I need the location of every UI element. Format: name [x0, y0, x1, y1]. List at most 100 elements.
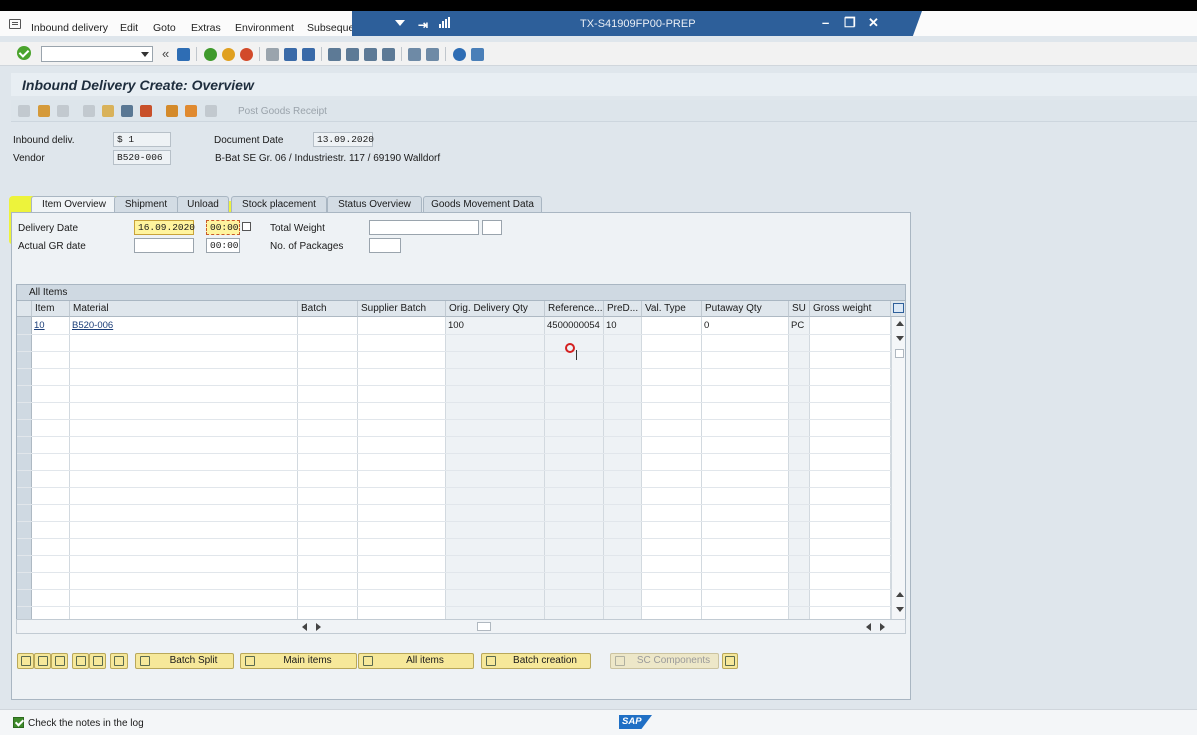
display-change-icon[interactable]: [18, 105, 30, 117]
col-putaway-qty[interactable]: Putaway Qty: [702, 301, 789, 317]
batch-creation-button[interactable]: Batch creation: [481, 653, 591, 669]
pack-icon[interactable]: [185, 105, 197, 117]
delivery-date-field[interactable]: 16.09.2020: [134, 220, 195, 235]
all-items-button[interactable]: All items: [358, 653, 474, 669]
help-icon[interactable]: [453, 48, 466, 61]
actual-gr-time-field[interactable]: 00:00: [206, 238, 240, 253]
collapse-icon[interactable]: «: [162, 46, 169, 61]
cancel-icon[interactable]: [240, 48, 253, 61]
pin-icon[interactable]: ⇥: [418, 18, 428, 32]
hscroll-thumb[interactable]: [477, 622, 491, 631]
sc-components-button[interactable]: SC Components: [610, 653, 719, 669]
actual-gr-date-field[interactable]: [134, 238, 194, 253]
layout-menu-icon[interactable]: [471, 48, 484, 61]
picking-icon[interactable]: [166, 105, 178, 117]
back-icon[interactable]: [204, 48, 217, 61]
chevron-down-icon[interactable]: [141, 52, 149, 57]
first-page-icon[interactable]: [328, 48, 341, 61]
cell-material[interactable]: B520-006: [72, 320, 113, 331]
enter-check-icon[interactable]: [17, 46, 31, 60]
minimize-icon[interactable]: –: [822, 15, 829, 30]
scroll-thumb[interactable]: [895, 349, 904, 358]
menu-inbound-delivery[interactable]: Inbound delivery: [31, 22, 108, 34]
new-session-icon[interactable]: [408, 48, 421, 61]
find-next-icon[interactable]: [302, 48, 315, 61]
document-date-field[interactable]: 13.09.2020: [313, 132, 374, 147]
col-supplier-batch[interactable]: Supplier Batch: [358, 301, 446, 317]
scroll-far-right-icon[interactable]: [880, 623, 885, 631]
total-weight-field[interactable]: [369, 220, 479, 235]
tab-status-overview[interactable]: Status Overview: [327, 196, 422, 212]
copy-icon[interactable]: [83, 105, 95, 117]
col-batch[interactable]: Batch: [298, 301, 358, 317]
print-output-icon[interactable]: [121, 105, 133, 117]
scroll-down-icon[interactable]: [896, 336, 904, 341]
col-item[interactable]: Item: [32, 301, 70, 317]
tab-goods-movement-data[interactable]: Goods Movement Data: [423, 196, 542, 212]
packages-field[interactable]: [369, 238, 401, 253]
col-pred[interactable]: PreD...: [604, 301, 642, 317]
tab-unload[interactable]: Unload: [177, 196, 229, 212]
tab-item-overview[interactable]: Item Overview: [31, 196, 117, 212]
table-settings-icon[interactable]: [891, 301, 905, 317]
scroll-left-icon[interactable]: [302, 623, 307, 631]
scroll-right-icon[interactable]: [316, 623, 321, 631]
exit-icon[interactable]: [222, 48, 235, 61]
menu-extras[interactable]: Extras: [191, 22, 221, 34]
menu-edit[interactable]: Edit: [120, 22, 138, 34]
cell-orig-qty[interactable]: 100: [448, 320, 464, 331]
create-icon[interactable]: [38, 105, 50, 117]
restore-icon[interactable]: ❐: [844, 15, 856, 31]
status-message[interactable]: Check the notes in the log: [28, 718, 144, 729]
item-details-icon-button[interactable]: [110, 653, 128, 669]
details-icon-button[interactable]: [17, 653, 34, 669]
tab-stock-placement[interactable]: Stock placement: [231, 196, 327, 212]
menu-environment[interactable]: Environment: [235, 22, 294, 34]
print-icon[interactable]: [266, 48, 279, 61]
last-page-icon[interactable]: [382, 48, 395, 61]
col-gross-weight[interactable]: Gross weight: [810, 301, 891, 317]
col-su[interactable]: SU: [789, 301, 810, 317]
save-icon[interactable]: [177, 48, 190, 61]
more-icon-button[interactable]: [722, 653, 738, 669]
find-icon[interactable]: [284, 48, 297, 61]
col-reference[interactable]: Reference...: [545, 301, 604, 317]
inbound-deliv-field[interactable]: $ 1: [113, 132, 171, 147]
scroll-page-up-icon[interactable]: [896, 592, 904, 597]
delivery-time-field[interactable]: 00:00: [206, 220, 240, 235]
weight-unit-field[interactable]: [482, 220, 502, 235]
col-material[interactable]: Material: [70, 301, 298, 317]
grid-icon[interactable]: [205, 105, 217, 117]
messages-icon[interactable]: [140, 105, 152, 117]
vendor-field[interactable]: B520-006: [113, 150, 171, 165]
cell-pred[interactable]: 10: [606, 320, 617, 331]
copy-date-icon[interactable]: [242, 222, 251, 231]
menu-goto[interactable]: Goto: [153, 22, 176, 34]
scroll-up-icon[interactable]: [896, 321, 904, 326]
previous-page-icon[interactable]: [346, 48, 359, 61]
partner-icon[interactable]: [102, 105, 114, 117]
cell-putaway-qty[interactable]: 0: [704, 320, 709, 331]
row-selector-column[interactable]: [17, 317, 32, 619]
col-val-type[interactable]: Val. Type: [642, 301, 702, 317]
col-orig-delivery-qty[interactable]: Orig. Delivery Qty: [446, 301, 545, 317]
scroll-page-down-icon[interactable]: [896, 607, 904, 612]
insert-row-icon-button[interactable]: [72, 653, 89, 669]
cell-item[interactable]: 10: [34, 320, 45, 331]
delete-icon[interactable]: [57, 105, 69, 117]
deselect-icon-button[interactable]: [51, 653, 68, 669]
select-all-icon-button[interactable]: [34, 653, 51, 669]
scroll-far-left-icon[interactable]: [866, 623, 871, 631]
delete-row-icon-button[interactable]: [89, 653, 106, 669]
menu-list-icon[interactable]: [9, 19, 21, 29]
cell-su[interactable]: PC: [791, 320, 804, 331]
customize-dropdown-icon[interactable]: [395, 20, 405, 26]
main-items-button[interactable]: Main items: [240, 653, 357, 669]
command-field[interactable]: [41, 46, 153, 62]
next-page-icon[interactable]: [364, 48, 377, 61]
performance-bars-icon[interactable]: [439, 17, 451, 28]
post-goods-receipt-button[interactable]: Post Goods Receipt: [238, 106, 327, 117]
shortcut-icon[interactable]: [426, 48, 439, 61]
cell-reference[interactable]: 4500000054: [547, 320, 600, 331]
close-icon[interactable]: ✕: [868, 15, 879, 31]
